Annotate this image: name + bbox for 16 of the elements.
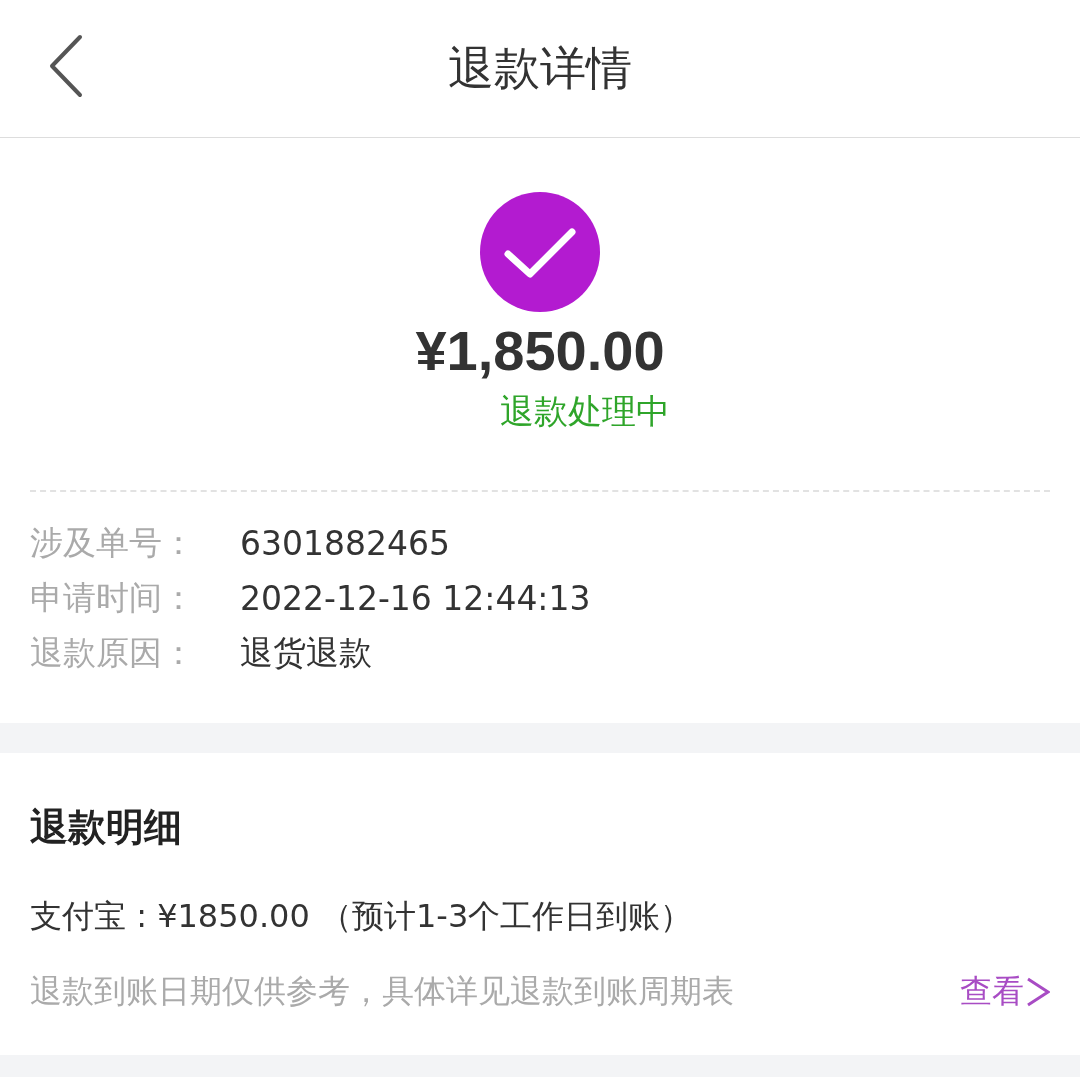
field-value: 2022-12-16 12:44:13 [240, 579, 591, 618]
note-text: 退款到账日期仅供参考，具体详见退款到账周期表 [30, 971, 735, 1012]
chevron-right-icon[interactable] [1026, 977, 1050, 1007]
view-link[interactable]: 查看 [960, 970, 1024, 1014]
check-icon [480, 192, 600, 312]
field-label: 退款原因： [30, 632, 196, 674]
refund-amount: ¥1,850.00 [415, 318, 665, 384]
field-label: 涉及单号： [30, 522, 196, 564]
refund-status: 退款处理中 [499, 390, 670, 433]
field-value: 6301882465 [240, 524, 450, 563]
payment-line: 支付宝 : ¥1850.00 （预计1-3个工作日到账） [30, 896, 694, 937]
page-title: 退款详情 [448, 39, 632, 97]
back-icon[interactable] [48, 34, 84, 98]
field-value: 退货退款 [240, 632, 372, 674]
field-label: 申请时间： [30, 577, 196, 619]
section-heading: 退款明细 [30, 804, 183, 851]
